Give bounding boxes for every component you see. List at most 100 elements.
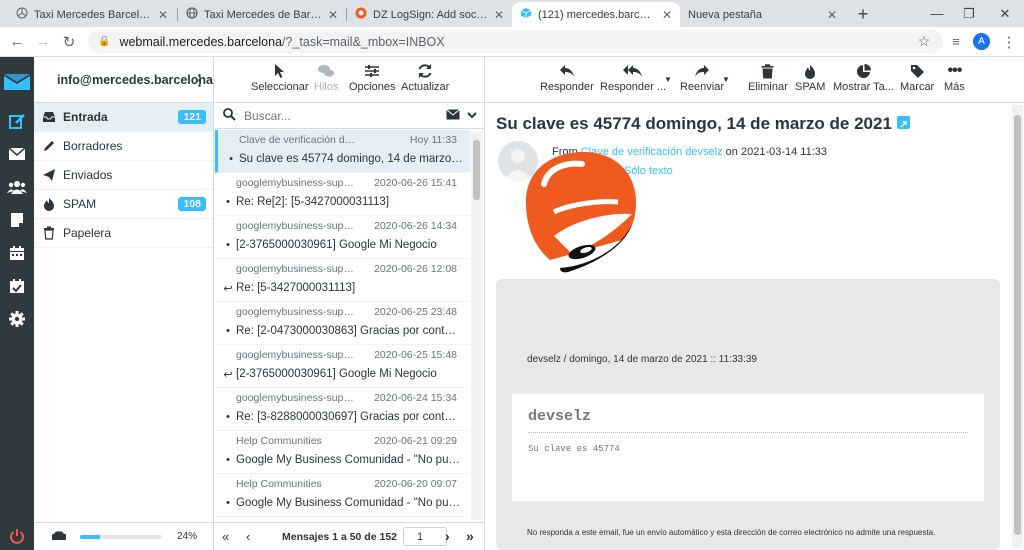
folder-item-papelera[interactable]: Papelera <box>34 219 213 248</box>
mail-icon[interactable] <box>0 140 34 168</box>
delete-button[interactable]: Eliminar <box>748 61 788 93</box>
folder-label: Entrada <box>63 110 108 124</box>
restore-window-button[interactable]: ❐ <box>952 0 986 27</box>
logout-power-icon[interactable] <box>0 522 34 550</box>
browser-tab-5[interactable]: Nueva pestaña ✕ <box>680 2 845 27</box>
scrollbar-thumb[interactable] <box>1014 115 1021 535</box>
folder-item-entrada[interactable]: Entrada 121 <box>34 103 213 132</box>
close-tab-icon[interactable]: ✕ <box>158 8 168 22</box>
message-subject: Re: [5-3427000031113] <box>236 282 356 294</box>
pie-chart-icon <box>856 61 871 81</box>
bookmark-star-icon[interactable]: ☆ <box>913 30 935 53</box>
next-page-icon[interactable]: › <box>445 528 450 544</box>
media-controls-icon[interactable]: ≡ <box>945 30 967 53</box>
reader-scrollbar[interactable] <box>1012 105 1023 548</box>
browser-menu-icon[interactable]: ⋮ <box>998 30 1020 53</box>
browser-tab-4-active[interactable]: (121) mercedes.barcelona W ✕ <box>512 2 680 27</box>
previous-page-icon[interactable]: ‹ <box>246 529 250 544</box>
browser-tab-1[interactable]: Taxi Mercedes Barcelona. Te ✕ <box>8 2 176 27</box>
message-row[interactable]: googlemybusiness-support@google.com 2020… <box>215 259 470 302</box>
message-date: 2020-06-20 09:07 <box>374 478 457 490</box>
message-row[interactable]: googlemybusiness-support@google.com 2020… <box>215 345 470 388</box>
close-tab-icon[interactable]: ✕ <box>494 8 504 22</box>
trash-icon <box>761 61 774 81</box>
envelope-filter-icon[interactable] <box>446 109 460 123</box>
tag-icon <box>910 61 925 81</box>
forward-dropdown-icon[interactable]: ▼ <box>722 75 730 84</box>
message-row[interactable]: Help Communities 2020-06-21 09:29 • Goog… <box>215 431 470 474</box>
forward-arrow-icon[interactable]: → <box>32 30 54 53</box>
select-button[interactable]: Seleccionar <box>251 61 308 93</box>
send-icon <box>42 168 56 182</box>
folder-item-spam[interactable]: SPAM 108 <box>34 190 213 219</box>
more-button[interactable]: ••• Más <box>944 61 965 93</box>
message-row[interactable]: googlemybusiness-support@google.com 2020… <box>215 302 470 345</box>
unread-dot-icon: • <box>226 497 230 509</box>
page-number-input[interactable]: 1 <box>403 527 447 546</box>
sliders-icon <box>364 61 380 81</box>
close-tab-icon[interactable]: ✕ <box>328 8 338 22</box>
reply-all-dropdown-icon[interactable]: ▼ <box>664 75 672 84</box>
card-divider <box>528 432 968 433</box>
search-input[interactable] <box>244 108 424 123</box>
message-row[interactable]: googlemybusiness-support@google.com 2020… <box>215 388 470 431</box>
close-window-button[interactable]: ✕ <box>988 0 1022 27</box>
message-row[interactable]: Help Communities 2020-06-20 09:07 • Goog… <box>215 474 470 517</box>
forward-button[interactable]: Reenviar <box>680 61 724 93</box>
unread-dot-icon: • <box>226 454 230 466</box>
quota-percent: 24% <box>176 531 197 542</box>
reload-icon[interactable]: ↻ <box>58 30 80 53</box>
message-date: 2020-06-26 12:08 <box>374 263 457 275</box>
message-subject: Google My Business Comunidad - "No puedo <box>236 497 461 509</box>
mark-button[interactable]: Marcar <box>900 61 934 93</box>
browser-tab-3[interactable]: DZ LogSign: Add social sign ✕ <box>347 2 512 27</box>
options-button[interactable]: Opciones <box>349 61 395 93</box>
folder-label: Papelera <box>63 226 112 240</box>
threads-label: Hilos <box>314 81 339 93</box>
reply-button[interactable]: Responder <box>540 61 594 93</box>
show-label: Mostrar Ta... <box>833 81 894 93</box>
folder-item-enviados[interactable]: Enviados <box>34 161 213 190</box>
message-list-scrollbar[interactable] <box>471 132 482 520</box>
message-row-selected[interactable]: Clave de verificación devselz Hoy 11:33 … <box>215 130 470 173</box>
first-page-icon[interactable]: « <box>222 529 229 544</box>
back-arrow-icon[interactable]: ← <box>6 30 28 53</box>
settings-gear-icon[interactable] <box>0 305 34 333</box>
roundcube-logo-icon[interactable] <box>0 67 34 97</box>
contacts-icon[interactable] <box>0 173 34 201</box>
flame-icon <box>804 61 816 81</box>
chat-bubbles-icon <box>317 61 335 81</box>
folder-item-borradores[interactable]: Borradores <box>34 132 213 161</box>
open-external-icon[interactable] <box>896 116 910 130</box>
close-tab-icon[interactable]: ✕ <box>827 8 837 22</box>
list-toolbar: Seleccionar Hilos Opciones Actualizar <box>215 57 484 103</box>
spam-button[interactable]: SPAM <box>795 61 825 93</box>
unread-dot-icon: • <box>229 153 233 165</box>
tasks-icon[interactable] <box>0 272 34 300</box>
folder-pane: info@mercedes.barcelona ⋮ Entrada 121 Bo… <box>34 57 214 550</box>
message-date: Hoy 11:33 <box>409 134 457 146</box>
url-host: webmail.mercedes.barcelona <box>119 34 283 49</box>
minimize-window-button[interactable]: — <box>920 0 954 27</box>
profile-avatar[interactable]: A <box>973 33 990 50</box>
compose-icon[interactable] <box>0 107 34 135</box>
last-page-icon[interactable]: » <box>466 528 474 544</box>
new-tab-button[interactable]: + <box>852 3 874 25</box>
close-tab-icon[interactable]: ✕ <box>662 8 672 22</box>
refresh-button[interactable]: Actualizar <box>401 61 449 93</box>
notes-icon[interactable] <box>0 206 34 234</box>
folder-label: Enviados <box>63 168 113 182</box>
scrollbar-thumb[interactable] <box>473 140 480 200</box>
threads-button[interactable]: Hilos <box>314 61 338 93</box>
browser-tab-2[interactable]: Taxi Mercedes de Barcelona ✕ <box>178 2 346 27</box>
show-button[interactable]: Mostrar Ta... <box>833 61 894 93</box>
url-bar[interactable]: 🔒 webmail.mercedes.barcelona/?_task=mail… <box>88 30 943 53</box>
list-pager: « ‹ Mensajes 1 a 50 de 152 1 › » <box>215 522 485 550</box>
browser-tab-title: Nueva pestaña <box>688 8 762 21</box>
chevron-down-icon[interactable] <box>467 109 477 123</box>
message-row[interactable]: googlemybusiness-support@google.com 2020… <box>215 173 470 216</box>
account-menu-icon[interactable]: ⋮ <box>192 71 207 89</box>
reply-all-button[interactable]: Responder ... <box>600 61 666 93</box>
calendar-icon[interactable] <box>0 239 34 267</box>
message-row[interactable]: googlemybusiness-support@google.com 2020… <box>215 216 470 259</box>
